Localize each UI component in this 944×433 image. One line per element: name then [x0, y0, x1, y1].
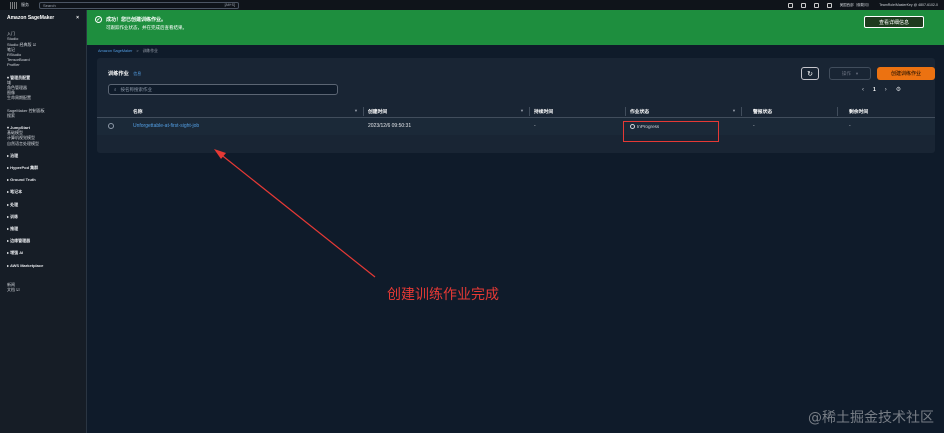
- column-divider: [625, 107, 626, 116]
- column-header-duration[interactable]: 持续时间: [534, 108, 553, 115]
- info-link[interactable]: 信息: [133, 71, 141, 76]
- flash-title-row: ✓ 成功！您已创建训练作业。: [95, 16, 936, 23]
- column-header-status[interactable]: 作业状态: [630, 108, 649, 115]
- annotation-text: 创建训练作业完成: [387, 287, 499, 303]
- create-training-job-button[interactable]: 创建训练作业: [877, 67, 935, 80]
- breadcrumb-current: 训练作业: [142, 49, 158, 53]
- breadcrumb: Amazon SageMaker > 训练作业: [98, 49, 158, 54]
- notifications-icon[interactable]: [800, 2, 806, 8]
- sidebar: Amazon SageMaker × 入门 Studio Studio 经典版 ☑ 笔…: [0, 10, 87, 433]
- column-header-warning[interactable]: 警报状态: [753, 108, 772, 115]
- top-nav-right: 美国西部（俄勒冈） TeamRole/MasterKey @ 4807-6102…: [787, 2, 944, 8]
- column-header-created[interactable]: 创建时间: [368, 108, 387, 115]
- breadcrumb-root[interactable]: Amazon SageMaker: [98, 49, 132, 54]
- sidebar-items: 入门 Studio Studio 经典版 ☑ 笔记 RStudio TensorBoard…: [7, 31, 79, 292]
- close-icon[interactable]: ×: [76, 15, 79, 21]
- status-badge: InProgress: [630, 124, 659, 129]
- breadcrumb-separator: >: [136, 49, 139, 53]
- column-header-label: 剩余时间: [849, 110, 869, 115]
- search-icon: ⌕: [114, 87, 117, 92]
- chevron-down-icon: ▾: [855, 70, 859, 76]
- settings-icon[interactable]: [826, 2, 832, 8]
- check-circle-icon: ✓: [95, 16, 102, 23]
- column-header-remaining[interactable]: 剩余时间: [849, 108, 868, 115]
- column-divider: [837, 107, 838, 116]
- row-select-radio[interactable]: [108, 123, 114, 129]
- next-page-icon[interactable]: ›: [885, 87, 887, 93]
- sidebar-title: Amazon SageMaker: [7, 15, 55, 21]
- apps-grid-icon[interactable]: [10, 1, 17, 9]
- column-header-label: 名称: [133, 110, 143, 115]
- status-text: InProgress: [637, 124, 660, 129]
- job-search-input[interactable]: ⌕ 按名称搜索作业: [108, 84, 338, 95]
- region-selector[interactable]: 美国西部（俄勒冈）: [840, 3, 872, 8]
- panel-title: 训练作业 信息: [108, 70, 141, 77]
- training-jobs-panel: 训练作业 信息 ⌕ 按名称搜索作业 ↻ 操作 ▾ 创建训练作业 ‹ 1 › ⚙ …: [97, 58, 935, 153]
- column-divider: [529, 107, 530, 116]
- view-details-button[interactable]: 查看详细信息: [864, 16, 924, 28]
- status-highlight-box: InProgress: [623, 121, 719, 142]
- column-divider: [741, 107, 742, 116]
- sort-icon[interactable]: ▼: [520, 108, 524, 113]
- column-divider: [363, 107, 364, 116]
- refresh-icon: ↻: [807, 70, 813, 78]
- duration-value: -: [534, 123, 536, 129]
- created-time: 2023/12/6 09:50:31: [368, 123, 412, 129]
- job-search-placeholder: 按名称搜索作业: [120, 86, 153, 92]
- main-content: Amazon SageMaker > 训练作业 训练作业 信息 ⌕ 按名称搜索作…: [87, 45, 944, 433]
- column-header-label: 创建时间: [368, 110, 388, 115]
- help-icon[interactable]: [813, 2, 819, 8]
- pagination: ‹ 1 › ⚙: [862, 86, 901, 94]
- actions-dropdown[interactable]: 操作 ▾: [829, 67, 871, 80]
- watermark: @稀土掘金技术社区: [808, 410, 934, 426]
- flash-title: 成功！您已创建训练作业。: [106, 17, 167, 23]
- column-header-name[interactable]: 名称: [133, 108, 143, 115]
- sort-icon[interactable]: ▼: [354, 108, 358, 113]
- warning-value: -: [753, 123, 755, 129]
- in-progress-icon: [630, 124, 635, 129]
- services-menu[interactable]: 服务: [21, 2, 29, 8]
- success-flash-banner: ✓ 成功！您已创建训练作业。 可跟踪作业状态，并在完成后查看结果。 查看详细信息: [87, 10, 944, 45]
- remaining-value: -: [849, 123, 851, 129]
- refresh-button[interactable]: ↻: [801, 67, 819, 80]
- account-menu[interactable]: TeamRole/MasterKey @ 4807-6102-0: [879, 3, 938, 7]
- sidebar-item[interactable]: 文档 ☑: [7, 287, 79, 292]
- top-nav: 服务 Search [Alt+S] 美国西部（俄勒冈） TeamRole/Mas…: [0, 0, 944, 10]
- global-search-placeholder: Search: [43, 2, 56, 8]
- page-number[interactable]: 1: [873, 87, 876, 93]
- table-settings-icon[interactable]: ⚙: [896, 86, 901, 93]
- table-row[interactable]: Unforgettable-at-first-sight-job 2023/12…: [97, 118, 935, 142]
- actions-label: 操作: [841, 70, 851, 76]
- sort-icon[interactable]: ▼: [732, 108, 736, 113]
- panel-title-text: 训练作业: [108, 71, 129, 77]
- sidebar-brand: Amazon SageMaker ×: [7, 15, 79, 21]
- column-header-label: 持续时间: [534, 110, 554, 115]
- column-header-label: 警报状态: [753, 110, 773, 115]
- flash-message: 可跟踪作业状态，并在完成后查看结果。: [106, 25, 187, 30]
- global-search-input[interactable]: Search [Alt+S]: [39, 1, 239, 9]
- job-name-link[interactable]: Unforgettable-at-first-sight-job: [133, 123, 199, 129]
- column-header-label: 作业状态: [630, 110, 650, 115]
- search-shortcut: [Alt+S]: [224, 3, 235, 7]
- table-header: 名称 ▼ 创建时间 ▼ 持续时间 作业状态 ▼ 警报状态 剩余时间: [97, 105, 935, 118]
- cloudshell-icon[interactable]: [787, 2, 793, 8]
- prev-page-icon[interactable]: ‹: [862, 87, 864, 93]
